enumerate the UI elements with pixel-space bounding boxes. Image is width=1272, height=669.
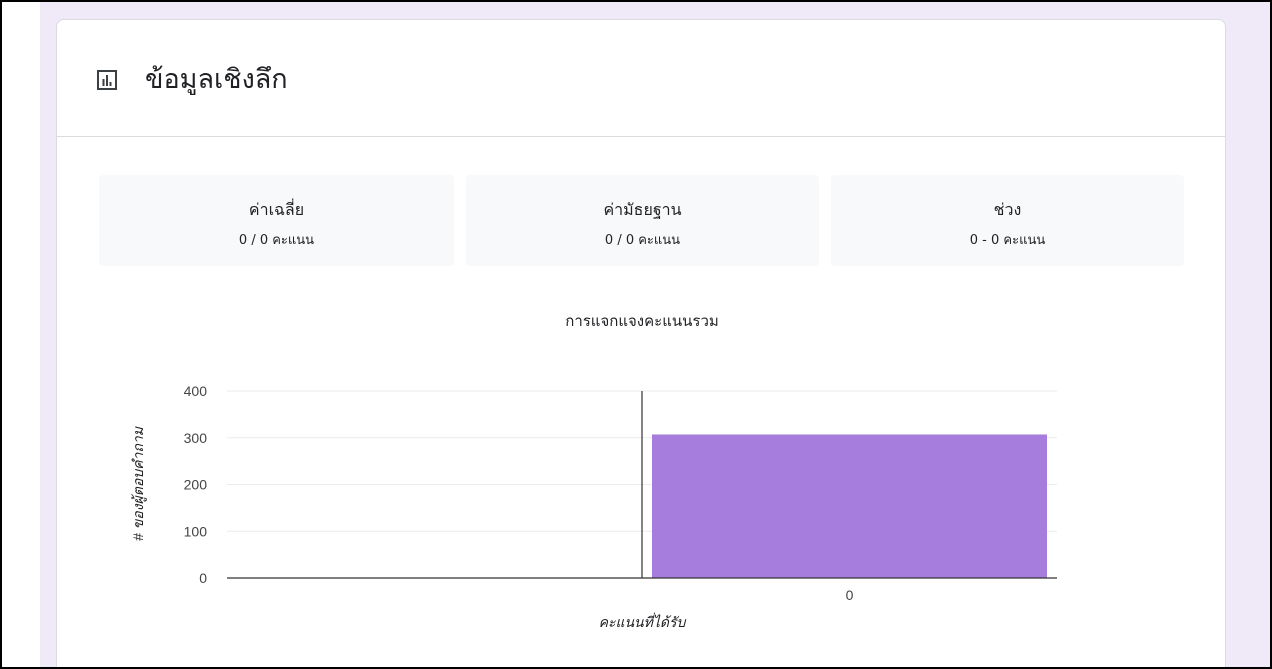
- bar: [652, 434, 1047, 578]
- y-axis-label: # ของผู้ตอบคำถาม: [130, 426, 147, 541]
- y-tick-label: 0: [199, 570, 207, 586]
- y-tick-label: 200: [184, 477, 208, 493]
- left-margin: [0, 0, 40, 669]
- insights-card: ข้อมูลเชิงลึก ค่าเฉลี่ย 0 / 0 คะแนน ค่าม…: [56, 19, 1226, 669]
- x-tick-label: 0: [846, 587, 854, 603]
- y-tick-label: 400: [184, 383, 208, 399]
- x-axis-label: คะแนนที่ได้รับ: [599, 612, 687, 630]
- chart-title: การแจกแจงคะแนนรวม: [565, 313, 719, 330]
- chart-area: การแจกแจงคะแนนรวม 0 100 200 300 400 0 คะแนนที่ไ…: [57, 20, 1227, 669]
- y-tick-label: 100: [184, 523, 208, 539]
- y-tick-label: 300: [184, 430, 208, 446]
- score-distribution-chart: การแจกแจงคะแนนรวม 0 100 200 300 400 0 คะแนนที่ไ…: [130, 313, 1057, 630]
